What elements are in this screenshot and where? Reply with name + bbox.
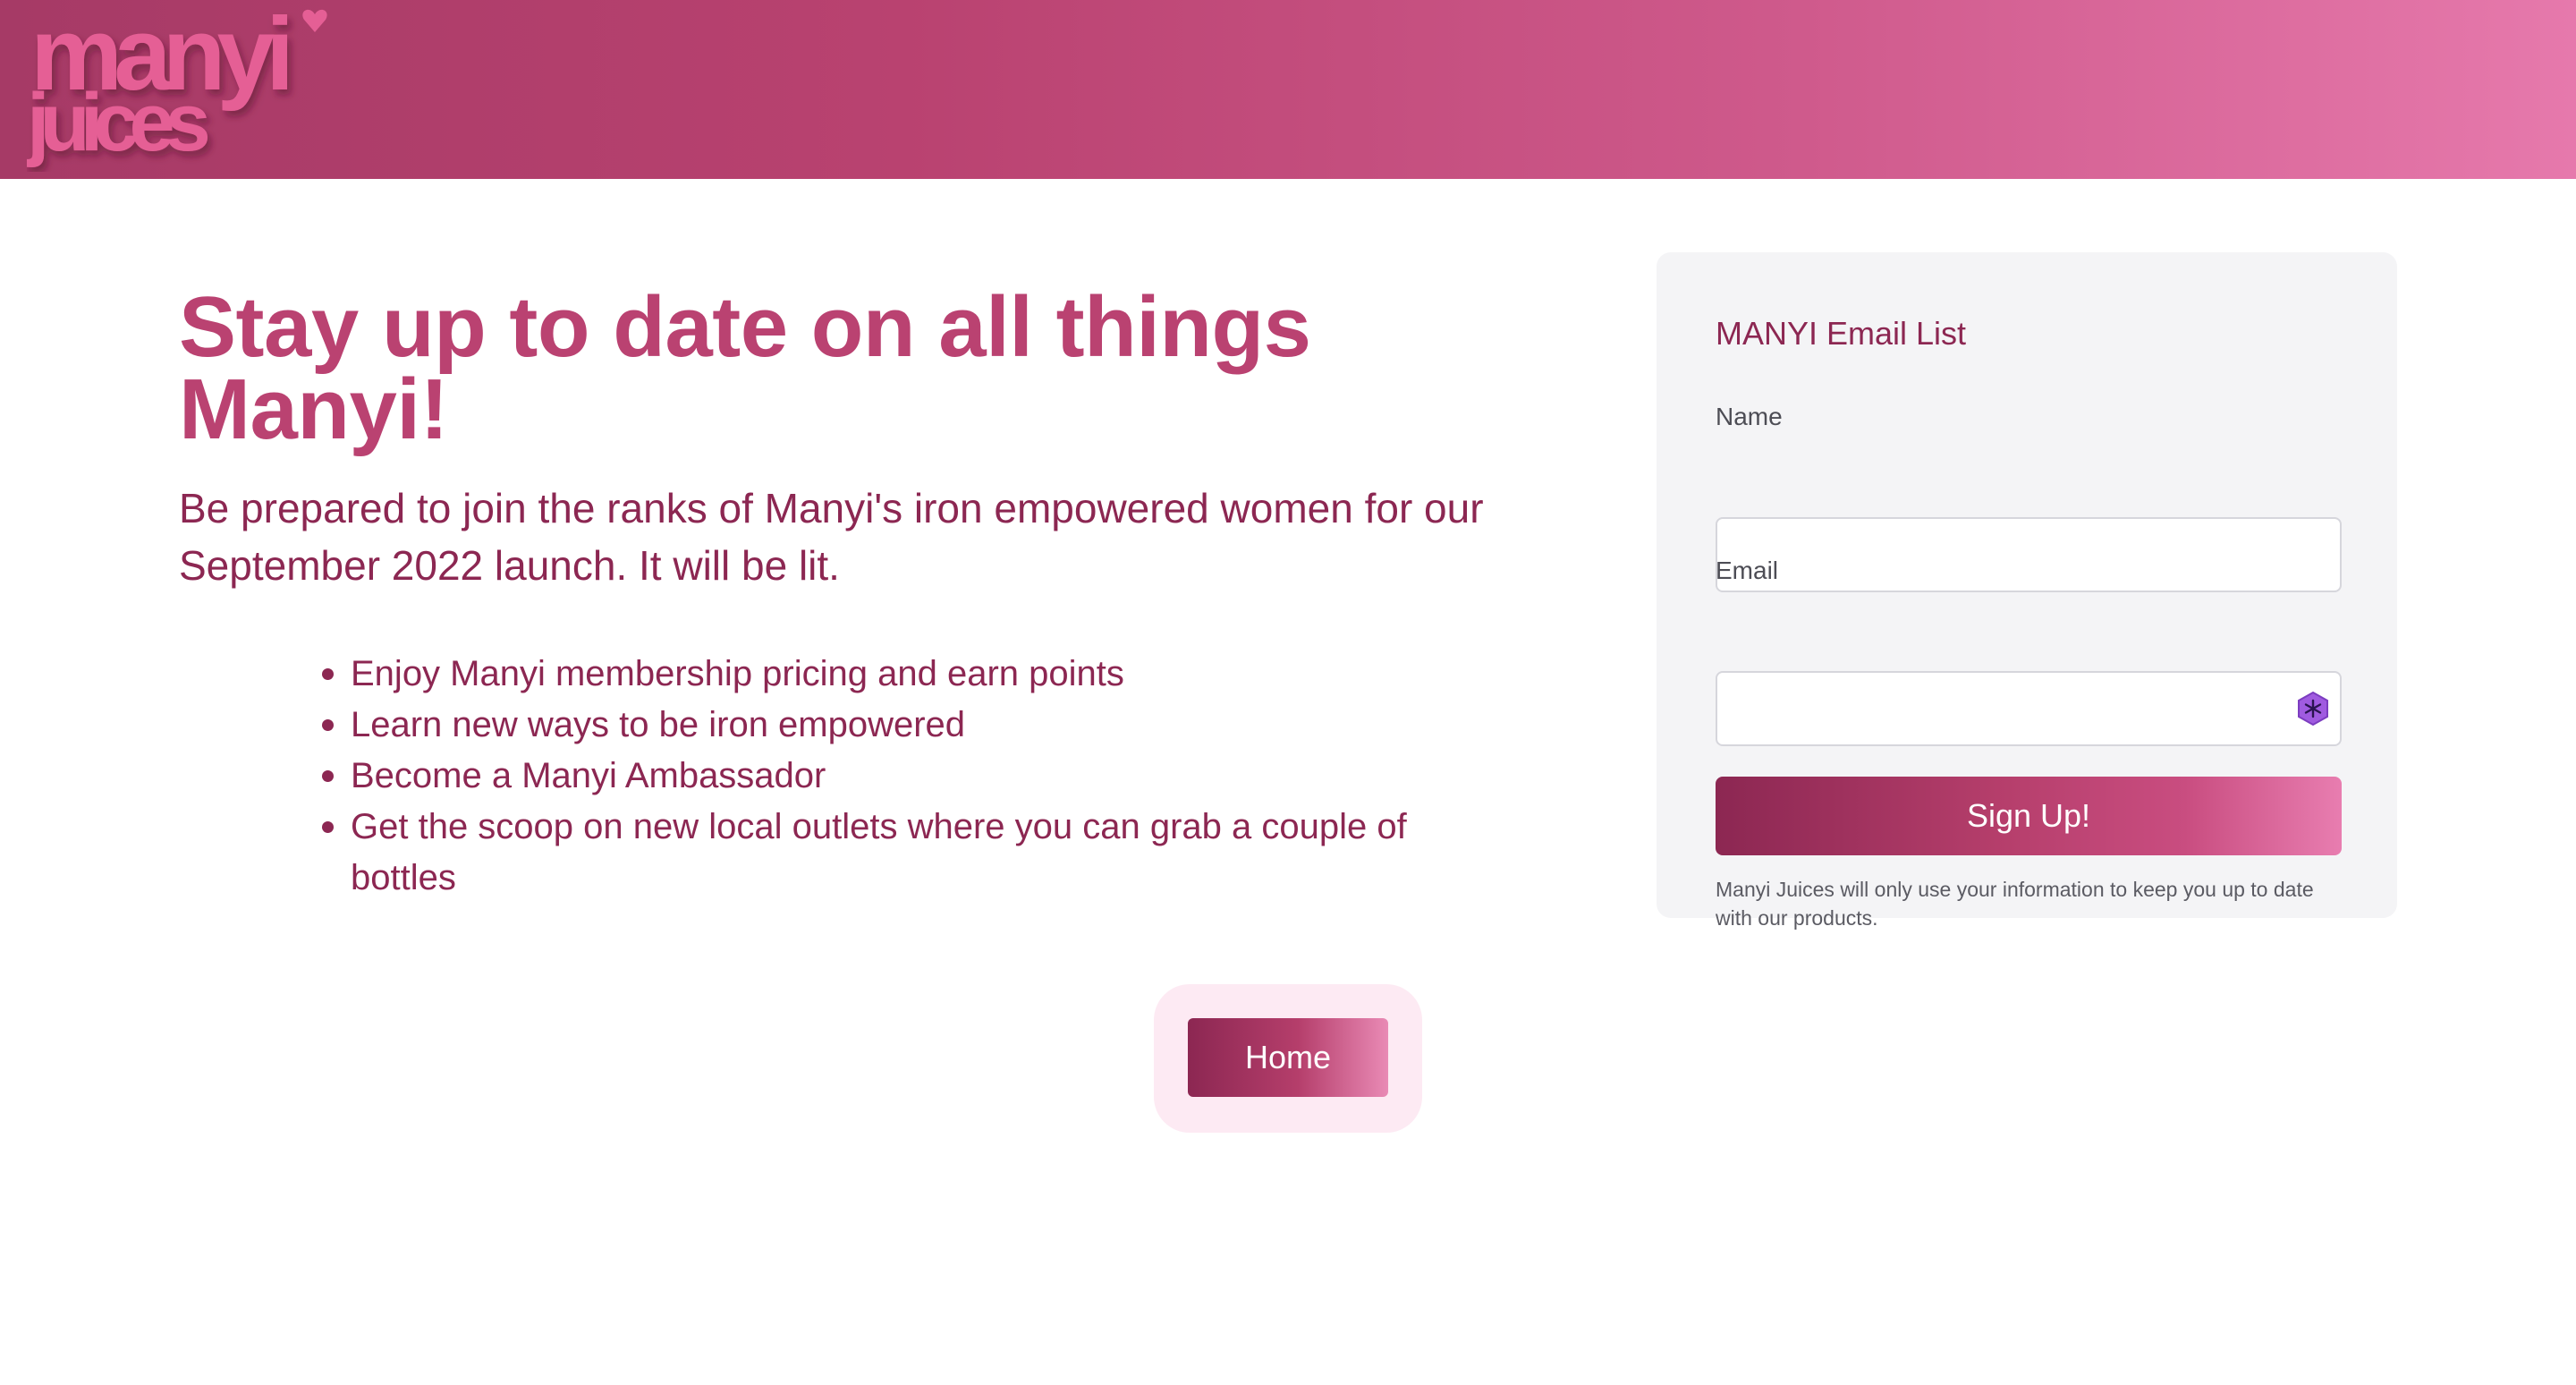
- bullet-dot-icon: [322, 719, 334, 731]
- email-field[interactable]: [1716, 671, 2342, 746]
- list-item: Get the scoop on new local outlets where…: [322, 802, 1469, 904]
- heart-icon: [302, 9, 327, 32]
- home-button[interactable]: Home: [1188, 1018, 1388, 1097]
- name-field[interactable]: [1716, 517, 2342, 592]
- list-item-text: Enjoy Manyi membership pricing and earn …: [351, 654, 1124, 693]
- benefits-list: Enjoy Manyi membership pricing and earn …: [322, 649, 1469, 904]
- list-item-text: Get the scoop on new local outlets where…: [351, 807, 1407, 897]
- password-manager-icon[interactable]: [2295, 691, 2331, 726]
- list-item: Enjoy Manyi membership pricing and earn …: [322, 649, 1469, 700]
- home-button-container: Home: [1154, 984, 1422, 1133]
- privacy-disclaimer: Manyi Juices will only use your informat…: [1716, 878, 2314, 930]
- intro-text: Be prepared to join the ranks of Manyi's…: [179, 485, 1484, 589]
- site-header: manyi juices: [0, 0, 2576, 179]
- page-title-line2: Manyi!: [179, 361, 449, 457]
- page-title-line1: Stay up to date on all things: [179, 279, 1311, 375]
- list-item-text: Learn new ways to be iron empowered: [351, 705, 966, 744]
- main-content: Stay up to date on all things Manyi! Be …: [0, 179, 2576, 1385]
- logo-text-juices: juices: [27, 77, 208, 168]
- email-label: Email: [1716, 557, 1779, 584]
- hero-section: Stay up to date on all things Manyi! Be …: [179, 285, 1485, 594]
- bullet-dot-icon: [322, 668, 334, 680]
- name-label: Name: [1716, 403, 1783, 430]
- sign-up-button[interactable]: Sign Up!: [1716, 777, 2342, 855]
- bullet-dot-icon: [322, 821, 334, 833]
- page-title: Stay up to date on all things Manyi!: [179, 285, 1485, 453]
- list-item-text: Become a Manyi Ambassador: [351, 756, 826, 795]
- bullet-dot-icon: [322, 770, 334, 782]
- logo-graphic: manyi juices: [27, 0, 327, 168]
- list-item: Become a Manyi Ambassador: [322, 751, 1469, 802]
- list-item: Learn new ways to be iron empowered: [322, 700, 1469, 751]
- form-title: MANYI Email List: [1716, 315, 1967, 352]
- manyi-juices-logo[interactable]: manyi juices: [27, 0, 331, 172]
- email-signup-card: MANYI Email List Name Email Sign Up! Man…: [1657, 252, 2397, 930]
